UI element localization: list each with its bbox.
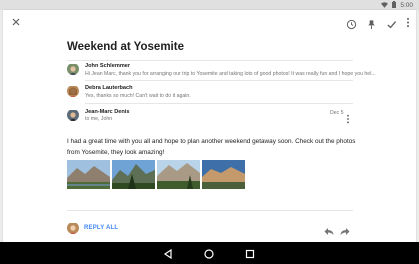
message-body: I had a great time with you all and hope…	[67, 138, 356, 156]
avatar-john	[67, 63, 79, 75]
overflow-menu-icon[interactable]	[406, 15, 410, 33]
message-recipients[interactable]: to me, John	[85, 116, 112, 122]
divider	[67, 60, 353, 61]
divider	[67, 210, 353, 211]
message-sender: John Schlemmer	[85, 63, 131, 69]
pin-icon[interactable]	[366, 19, 377, 30]
clock-icon[interactable]	[346, 19, 357, 30]
message-sender: Debra Lauterbach	[85, 85, 133, 91]
avatar-debra	[67, 85, 79, 97]
email-thread-card: Weekend at Yosemite John Schlemmer Hi Je…	[3, 10, 416, 242]
photo-thumbnail[interactable]	[67, 160, 110, 189]
battery-icon	[392, 1, 397, 10]
message-sender: Jean-Marc Denis	[85, 109, 130, 115]
email-subject: Weekend at Yosemite	[67, 41, 184, 53]
email-app-window: 5:00 Weekend at Yosemite John Schlemmer …	[0, 0, 419, 264]
navigation-bar	[0, 242, 419, 264]
reply-all-button[interactable]: REPLY ALL	[84, 225, 118, 231]
home-icon[interactable]	[203, 247, 215, 259]
avatar-jean-marc	[67, 109, 79, 121]
close-icon[interactable]	[10, 15, 22, 27]
reply-icon[interactable]	[324, 223, 334, 241]
photo-thumbnail[interactable]	[202, 160, 245, 189]
back-icon[interactable]	[162, 247, 174, 260]
divider	[85, 80, 353, 81]
message-date: Dec 5	[330, 110, 344, 116]
recents-icon[interactable]	[244, 247, 256, 259]
photo-thumbnail[interactable]	[157, 160, 200, 189]
message-overflow-icon[interactable]	[346, 111, 350, 124]
check-icon[interactable]	[386, 19, 397, 30]
message-snippet: Yes, thanks so much! Can't wait to do it…	[85, 93, 191, 99]
message-snippet: Hi Jean Marc, thank you for arranging ou…	[85, 71, 376, 77]
status-bar: 5:00	[0, 0, 419, 10]
status-time: 5:00	[400, 2, 413, 9]
toolbar	[3, 10, 416, 32]
avatar-me	[67, 222, 79, 234]
forward-icon[interactable]	[340, 223, 350, 241]
wifi-icon	[381, 1, 389, 10]
divider	[85, 103, 353, 104]
photo-thumbnail[interactable]	[112, 160, 155, 189]
